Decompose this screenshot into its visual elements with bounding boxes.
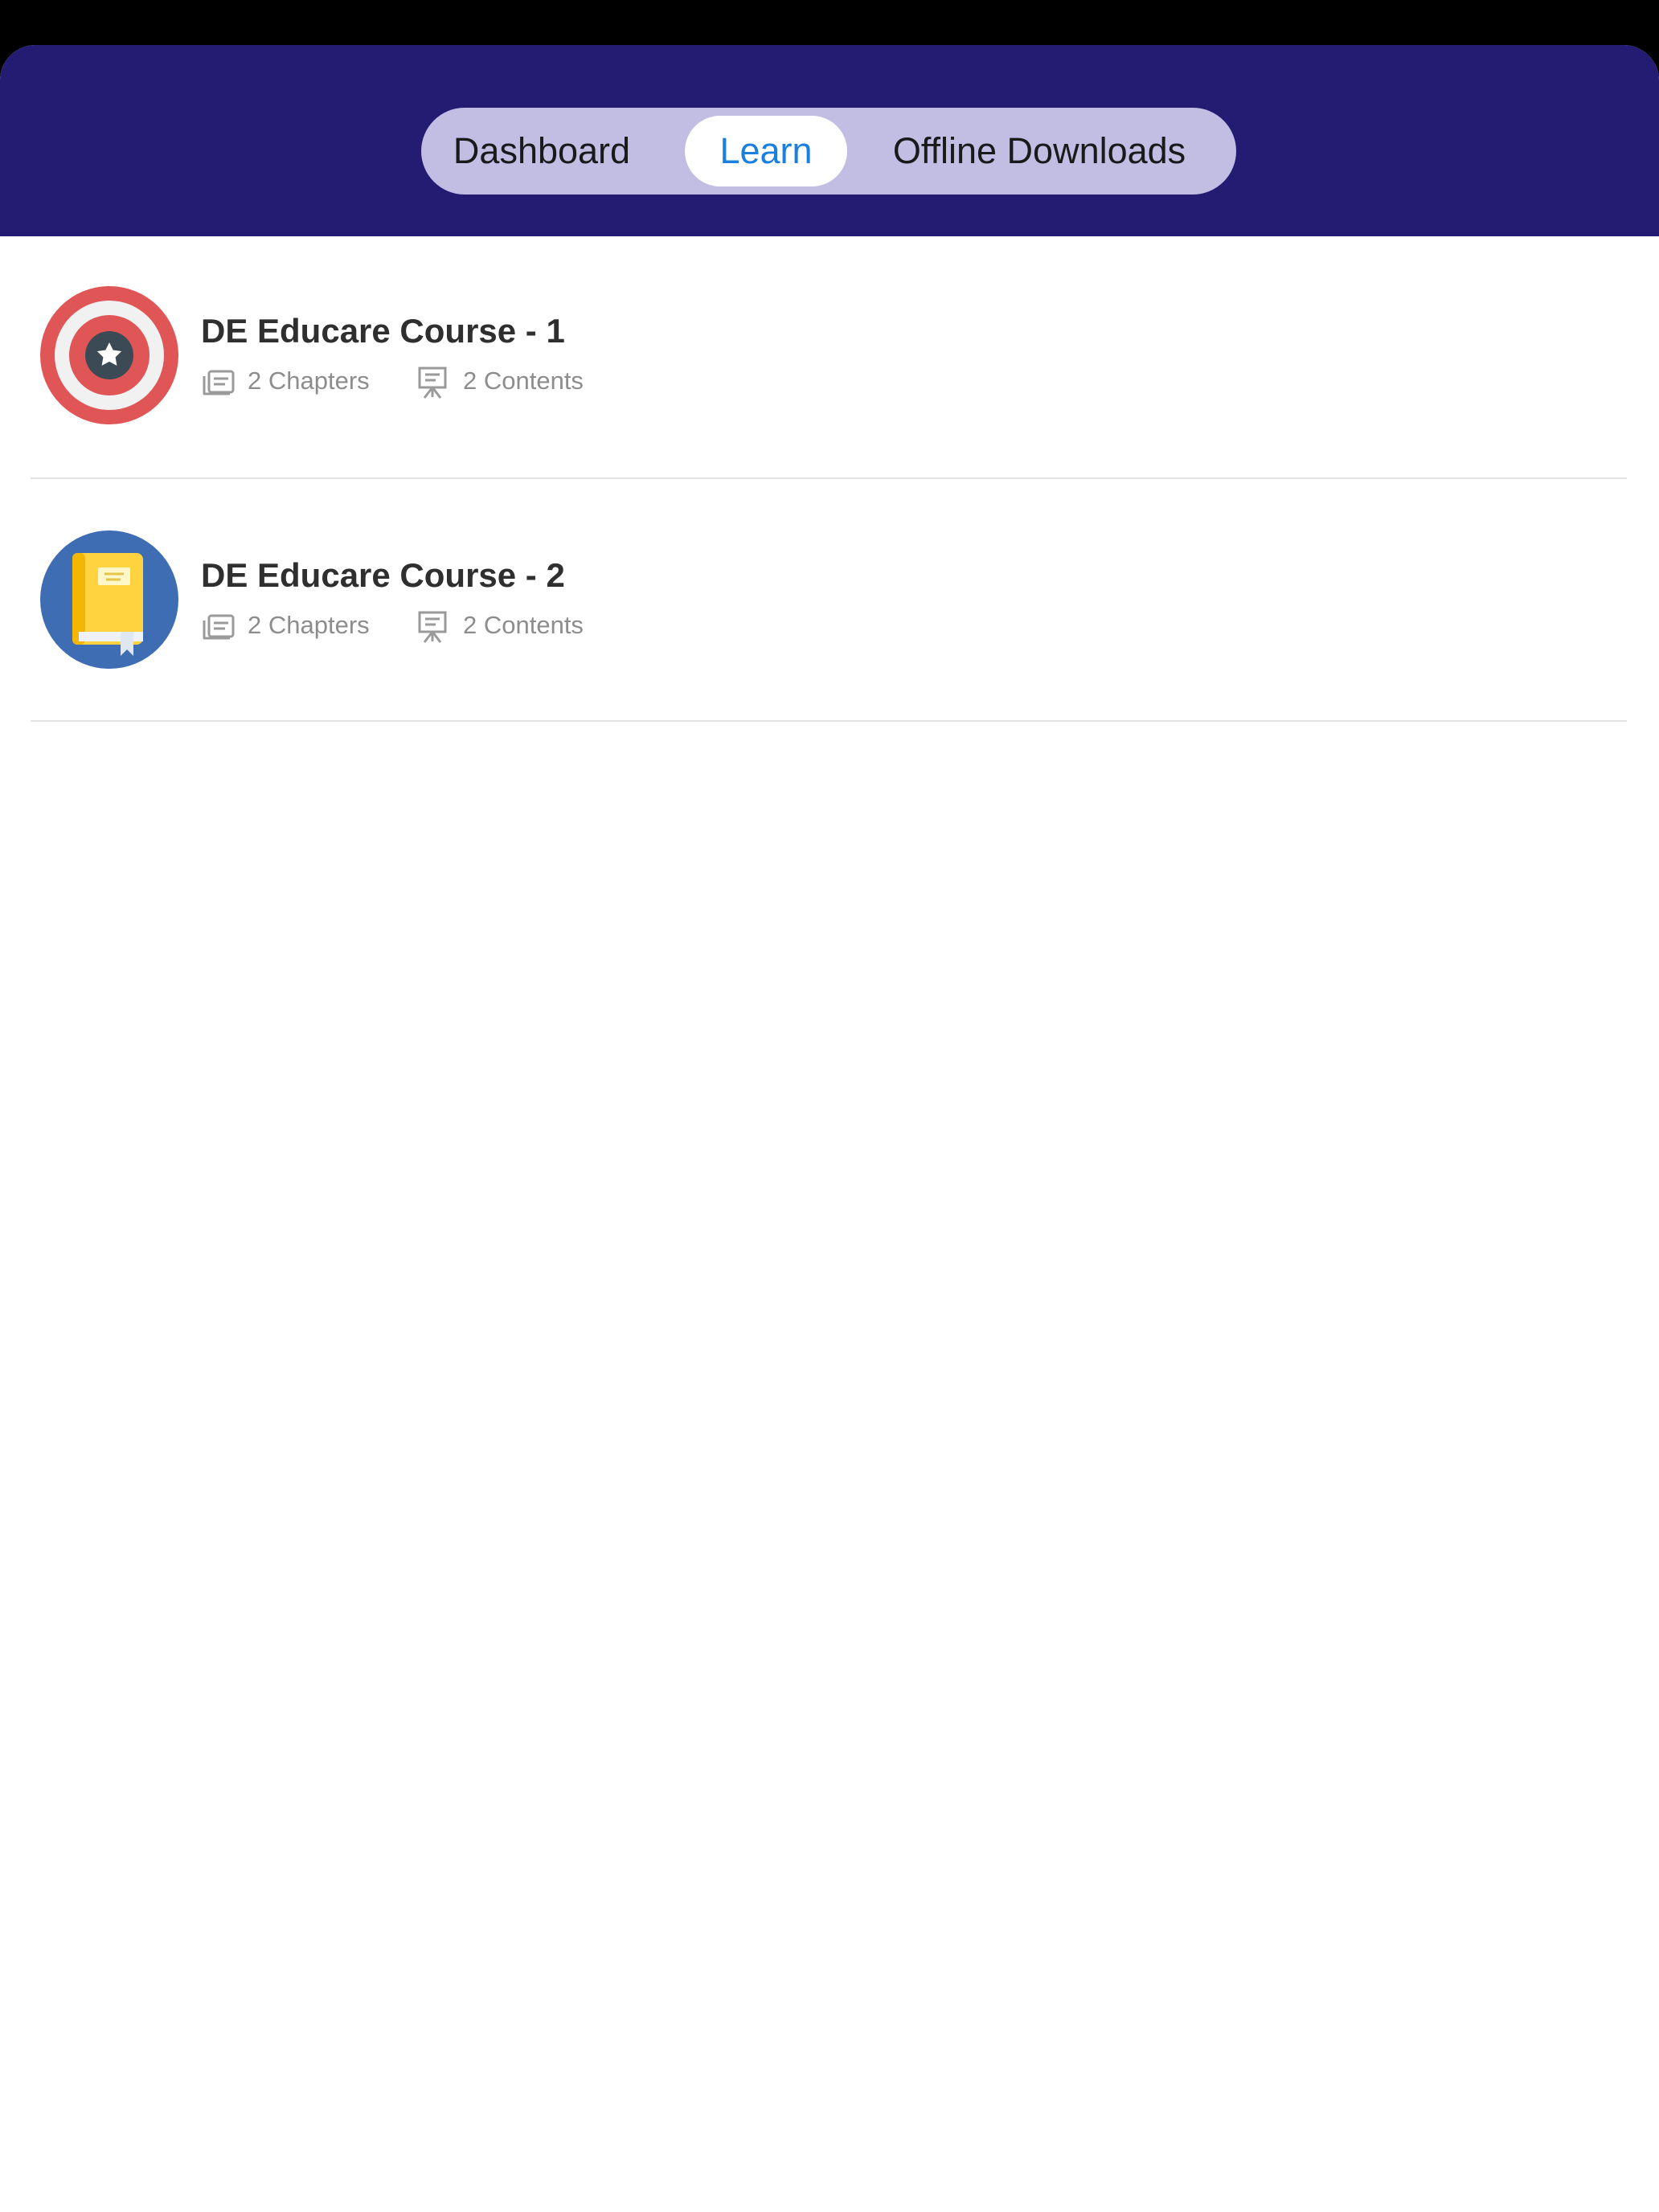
presentation-board-icon xyxy=(418,611,447,643)
contents-count: 2 Contents xyxy=(463,611,584,639)
tab-dashboard[interactable]: Dashboard xyxy=(444,116,640,186)
course-title: DE Educare Course - 2 xyxy=(201,556,565,594)
chapters-count: 2 Chapters xyxy=(248,611,370,639)
presentation-board-icon xyxy=(418,367,447,399)
contents-count: 2 Contents xyxy=(463,367,584,395)
book-icon xyxy=(40,530,178,669)
segmented-tab-control: Dashboard Learn Offline Downloads xyxy=(421,108,1236,195)
tab-offline-downloads[interactable]: Offline Downloads xyxy=(871,116,1207,186)
chapters-icon xyxy=(203,370,235,395)
chapters-icon xyxy=(203,614,235,640)
course-meta: 2 Chapters 2 Contents xyxy=(201,363,683,402)
course-list-item[interactable]: DE Educare Course - 1 2 Chapters 2 Conte… xyxy=(0,236,1659,479)
tab-learn[interactable]: Learn xyxy=(685,116,847,186)
course-title: DE Educare Course - 1 xyxy=(201,312,565,350)
top-header: Dashboard Learn Offline Downloads xyxy=(0,45,1659,236)
target-star-icon xyxy=(40,286,178,424)
course-meta: 2 Chapters 2 Contents xyxy=(201,608,683,646)
chapters-count: 2 Chapters xyxy=(248,367,370,395)
row-divider xyxy=(31,720,1627,722)
course-list-item[interactable]: DE Educare Course - 2 2 Chapters 2 Conte… xyxy=(0,479,1659,722)
app-screen: Dashboard Learn Offline Downloads DE Edu… xyxy=(0,45,1659,2212)
